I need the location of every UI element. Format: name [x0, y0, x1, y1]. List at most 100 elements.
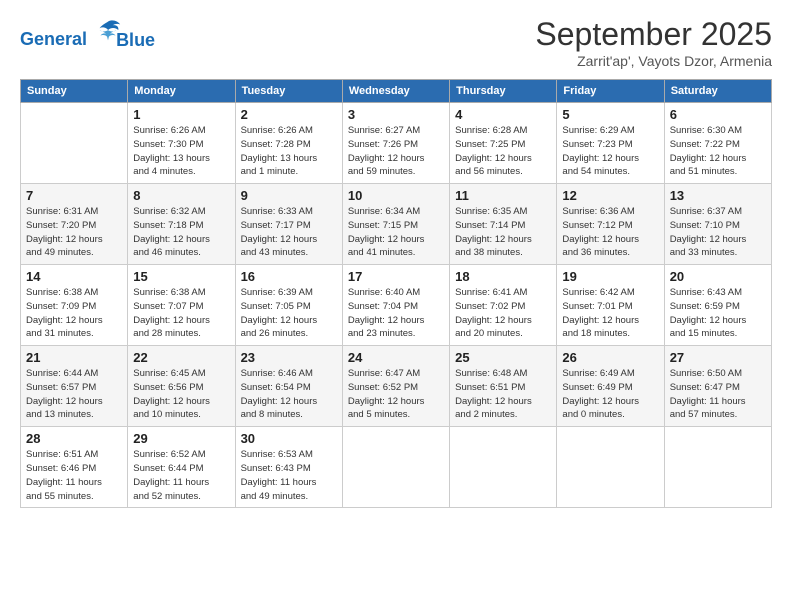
day-info: Sunrise: 6:40 AMSunset: 7:04 PMDaylight:… [348, 286, 444, 341]
day-number: 20 [670, 269, 766, 284]
day-info: Sunrise: 6:51 AMSunset: 6:46 PMDaylight:… [26, 448, 122, 503]
calendar-cell: 27 Sunrise: 6:50 AMSunset: 6:47 PMDayligh… [664, 346, 771, 427]
calendar-cell: 18Sunrise: 6:41 AMSunset: 7:02 PMDayligh… [450, 265, 557, 346]
day-info: Sunrise: 6:32 AMSunset: 7:18 PMDaylight:… [133, 205, 229, 260]
day-number: 5 [562, 107, 658, 122]
day-header-friday: Friday [557, 80, 664, 103]
day-number: 24 [348, 350, 444, 365]
day-number: 15 [133, 269, 229, 284]
day-info: Sunrise: 6:27 AMSunset: 7:26 PMDaylight:… [348, 124, 444, 179]
day-number: 10 [348, 188, 444, 203]
day-info: Sunrise: 6:45 AMSunset: 6:56 PMDaylight:… [133, 367, 229, 422]
day-info: Sunrise: 6:39 AMSunset: 7:05 PMDaylight:… [241, 286, 337, 341]
calendar-cell [664, 427, 771, 508]
calendar-cell: 7 Sunrise: 6:31 AMSunset: 7:20 PMDaylight… [21, 184, 128, 265]
calendar-cell: 2Sunrise: 6:26 AMSunset: 7:28 PMDaylight… [235, 103, 342, 184]
day-number: 17 [348, 269, 444, 284]
calendar-cell: 10 Sunrise: 6:34 AMSunset: 7:15 PMDayligh… [342, 184, 449, 265]
month-title: September 2025 [535, 16, 772, 53]
logo: General Blue [20, 16, 155, 51]
day-info: Sunrise: 6:28 AMSunset: 7:25 PMDaylight:… [455, 124, 551, 179]
week-row-3: 14 Sunrise: 6:38 AMSunset: 7:09 PMDayligh… [21, 265, 772, 346]
calendar-cell: 4 Sunrise: 6:28 AMSunset: 7:25 PMDaylight… [450, 103, 557, 184]
day-number: 6 [670, 107, 766, 122]
logo-line2: Blue [116, 30, 155, 50]
day-number: 8 [133, 188, 229, 203]
day-info: Sunrise: 6:34 AMSunset: 7:15 PMDaylight:… [348, 205, 444, 260]
calendar-cell: 1Sunrise: 6:26 AMSunset: 7:30 PMDaylight… [128, 103, 235, 184]
title-block: September 2025 Zarrit'ap', Vayots Dzor, … [535, 16, 772, 69]
day-number: 16 [241, 269, 337, 284]
day-info: Sunrise: 6:50 AMSunset: 6:47 PMDaylight:… [670, 367, 766, 422]
day-number: 14 [26, 269, 122, 284]
calendar-cell: 30Sunrise: 6:53 AMSunset: 6:43 PMDayligh… [235, 427, 342, 508]
day-number: 28 [26, 431, 122, 446]
day-info: Sunrise: 6:52 AMSunset: 6:44 PMDaylight:… [133, 448, 229, 503]
day-number: 7 [26, 188, 122, 203]
calendar-cell [21, 103, 128, 184]
calendar-cell [342, 427, 449, 508]
day-number: 25 [455, 350, 551, 365]
day-info: Sunrise: 6:31 AMSunset: 7:20 PMDaylight:… [26, 205, 122, 260]
calendar-cell: 23 Sunrise: 6:46 AMSunset: 6:54 PMDayligh… [235, 346, 342, 427]
day-number: 9 [241, 188, 337, 203]
day-info: Sunrise: 6:47 AMSunset: 6:52 PMDaylight:… [348, 367, 444, 422]
day-info: Sunrise: 6:36 AMSunset: 7:12 PMDaylight:… [562, 205, 658, 260]
calendar-cell: 8 Sunrise: 6:32 AMSunset: 7:18 PMDaylight… [128, 184, 235, 265]
calendar-cell: 17 Sunrise: 6:40 AMSunset: 7:04 PMDayligh… [342, 265, 449, 346]
day-header-saturday: Saturday [664, 80, 771, 103]
day-info: Sunrise: 6:42 AMSunset: 7:01 PMDaylight:… [562, 286, 658, 341]
header-row: SundayMondayTuesdayWednesdayThursdayFrid… [21, 80, 772, 103]
week-row-1: 1Sunrise: 6:26 AMSunset: 7:30 PMDaylight… [21, 103, 772, 184]
calendar-cell: 5 Sunrise: 6:29 AMSunset: 7:23 PMDaylight… [557, 103, 664, 184]
header: General Blue September 2025 Zarrit'ap', … [20, 16, 772, 69]
day-number: 26 [562, 350, 658, 365]
calendar-cell: 13 Sunrise: 6:37 AMSunset: 7:10 PMDayligh… [664, 184, 771, 265]
page: General Blue September 2025 Zarrit'ap', … [0, 0, 792, 612]
day-info: Sunrise: 6:44 AMSunset: 6:57 PMDaylight:… [26, 367, 122, 422]
logo-text: General [20, 17, 122, 50]
calendar-cell: 12Sunrise: 6:36 AMSunset: 7:12 PMDayligh… [557, 184, 664, 265]
day-info: Sunrise: 6:35 AMSunset: 7:14 PMDaylight:… [455, 205, 551, 260]
day-header-tuesday: Tuesday [235, 80, 342, 103]
day-info: Sunrise: 6:30 AMSunset: 7:22 PMDaylight:… [670, 124, 766, 179]
day-number: 23 [241, 350, 337, 365]
calendar-cell: 29 Sunrise: 6:52 AMSunset: 6:44 PMDayligh… [128, 427, 235, 508]
day-info: Sunrise: 6:38 AMSunset: 7:09 PMDaylight:… [26, 286, 122, 341]
calendar-cell: 19 Sunrise: 6:42 AMSunset: 7:01 PMDayligh… [557, 265, 664, 346]
day-info: Sunrise: 6:37 AMSunset: 7:10 PMDaylight:… [670, 205, 766, 260]
calendar-table: SundayMondayTuesdayWednesdayThursdayFrid… [20, 79, 772, 508]
day-header-sunday: Sunday [21, 80, 128, 103]
day-number: 11 [455, 188, 551, 203]
day-info: Sunrise: 6:53 AMSunset: 6:43 PMDaylight:… [241, 448, 337, 503]
day-info: Sunrise: 6:29 AMSunset: 7:23 PMDaylight:… [562, 124, 658, 179]
day-info: Sunrise: 6:49 AMSunset: 6:49 PMDaylight:… [562, 367, 658, 422]
calendar-cell: 15Sunrise: 6:38 AMSunset: 7:07 PMDayligh… [128, 265, 235, 346]
calendar-cell [557, 427, 664, 508]
day-info: Sunrise: 6:41 AMSunset: 7:02 PMDaylight:… [455, 286, 551, 341]
day-number: 19 [562, 269, 658, 284]
day-header-thursday: Thursday [450, 80, 557, 103]
calendar-cell: 24 Sunrise: 6:47 AMSunset: 6:52 PMDayligh… [342, 346, 449, 427]
location-subtitle: Zarrit'ap', Vayots Dzor, Armenia [535, 53, 772, 69]
day-number: 22 [133, 350, 229, 365]
day-info: Sunrise: 6:46 AMSunset: 6:54 PMDaylight:… [241, 367, 337, 422]
day-header-monday: Monday [128, 80, 235, 103]
calendar-cell [450, 427, 557, 508]
day-number: 21 [26, 350, 122, 365]
day-number: 27 [670, 350, 766, 365]
day-header-wednesday: Wednesday [342, 80, 449, 103]
day-number: 1 [133, 107, 229, 122]
day-info: Sunrise: 6:43 AMSunset: 6:59 PMDaylight:… [670, 286, 766, 341]
calendar-cell: 14 Sunrise: 6:38 AMSunset: 7:09 PMDayligh… [21, 265, 128, 346]
day-number: 3 [348, 107, 444, 122]
day-number: 13 [670, 188, 766, 203]
day-number: 2 [241, 107, 337, 122]
calendar-cell: 26 Sunrise: 6:49 AMSunset: 6:49 PMDayligh… [557, 346, 664, 427]
week-row-4: 21 Sunrise: 6:44 AMSunset: 6:57 PMDayligh… [21, 346, 772, 427]
calendar-cell: 20 Sunrise: 6:43 AMSunset: 6:59 PMDayligh… [664, 265, 771, 346]
day-info: Sunrise: 6:48 AMSunset: 6:51 PMDaylight:… [455, 367, 551, 422]
day-number: 29 [133, 431, 229, 446]
calendar-cell: 21 Sunrise: 6:44 AMSunset: 6:57 PMDayligh… [21, 346, 128, 427]
day-number: 4 [455, 107, 551, 122]
